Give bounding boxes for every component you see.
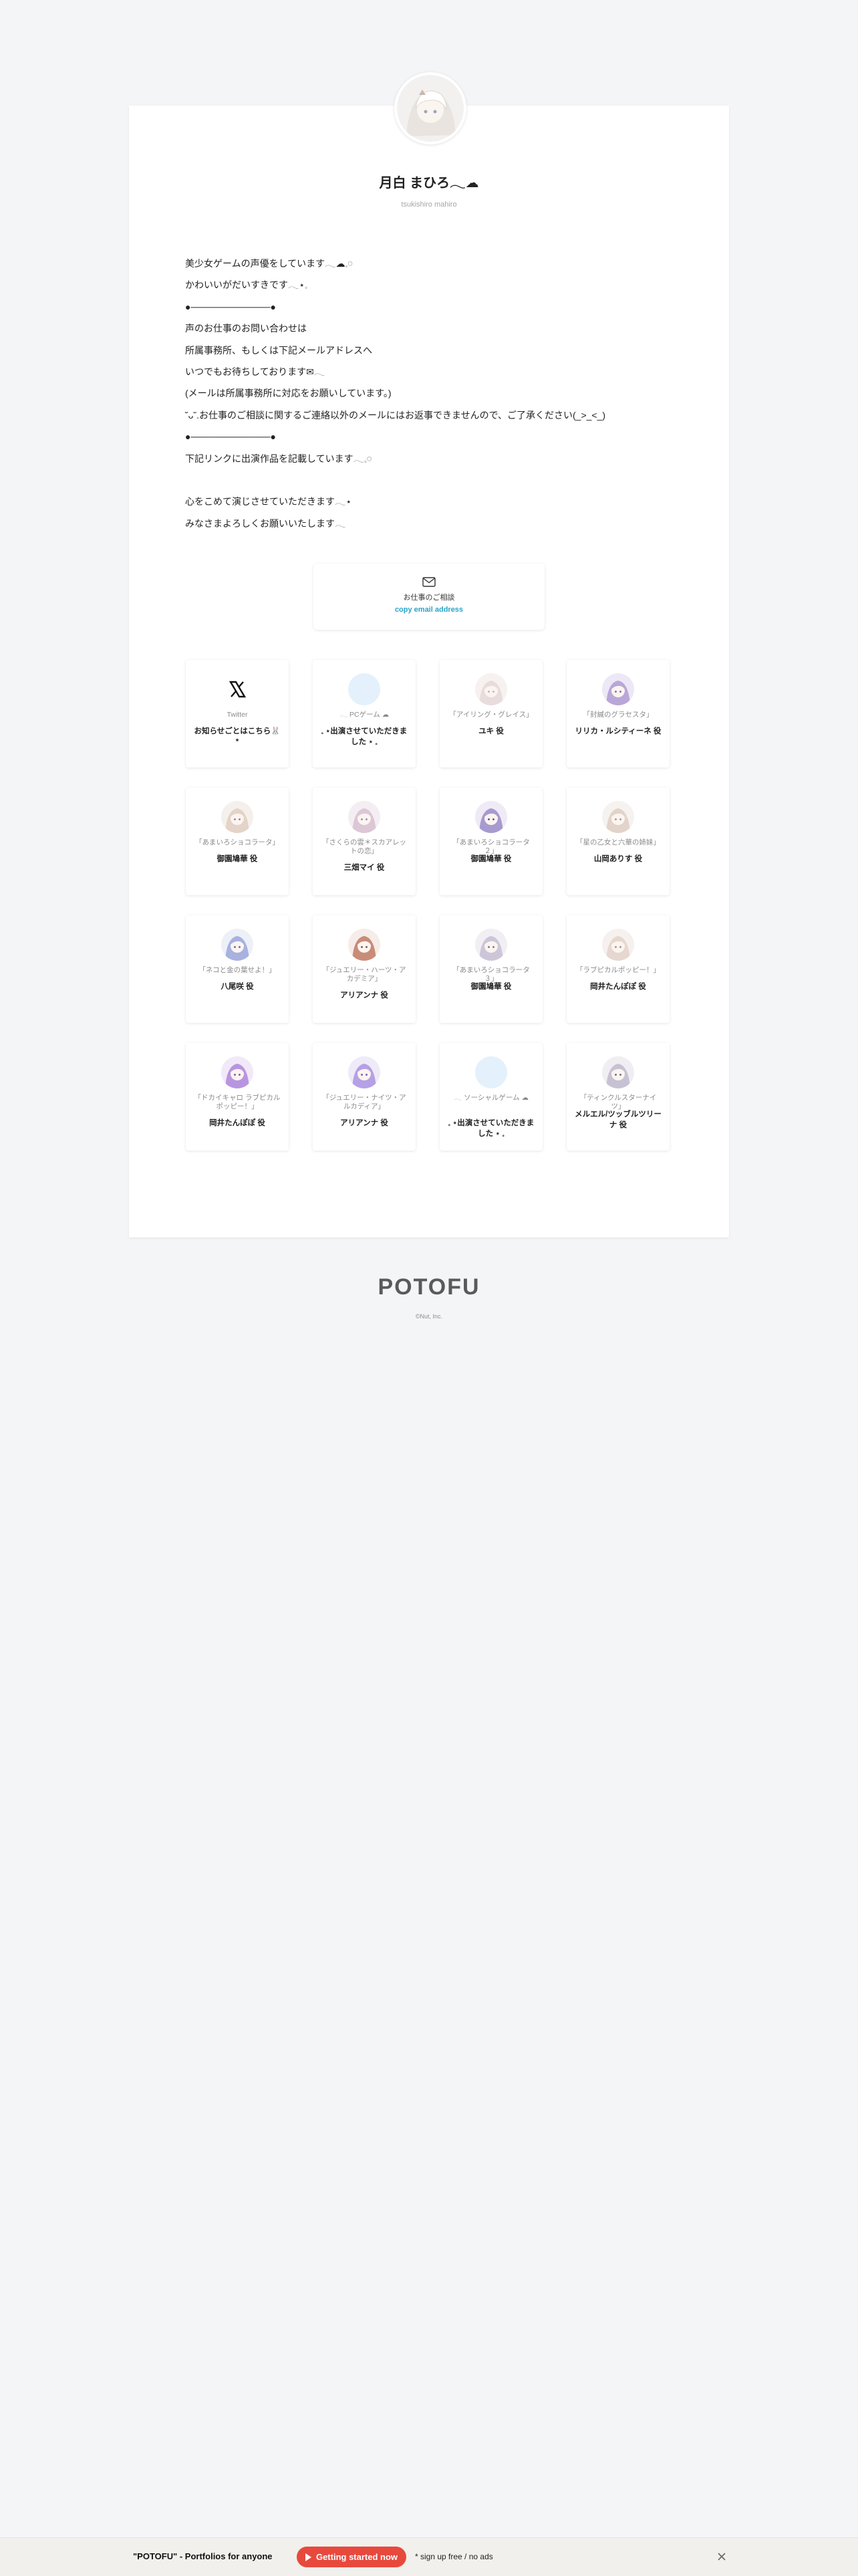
character-avatar-icon bbox=[221, 929, 253, 961]
bio-line: ˘ᴗ˘.お仕事のご相談に関するご連絡以外のメールにはお返事できませんので、ご了承… bbox=[185, 409, 606, 421]
mail-icon bbox=[422, 577, 436, 587]
bio-line: 下記リンクに出演作品を記載しています𓂃𓈒𓏸 bbox=[185, 453, 372, 464]
bio-line: ●────────────● bbox=[185, 301, 276, 312]
link-title: Twitter bbox=[227, 711, 248, 719]
link-subtitle: ユキ 役 bbox=[478, 727, 504, 735]
link-title: 「封緘のグラセスタ」 bbox=[583, 711, 654, 719]
link-tile[interactable]: 𓂃 ソーシャルゲーム ☁︎ 𓈒 ⋆出演させていただきました ⋆ 𓈒 bbox=[440, 1043, 543, 1151]
bio-line: かわいいがだいすきです𓂃⋆𓈒 bbox=[185, 279, 308, 291]
profile-avatar-icon bbox=[397, 75, 464, 142]
profile-bio: 美少女ゲームの声優をしています𓂃☁︎𓈒𓏸 かわいいがだいすきです𓂃⋆𓈒 ●───… bbox=[185, 253, 680, 534]
close-icon[interactable] bbox=[716, 2551, 727, 2562]
link-tile[interactable]: 「ネコと金の葉せよ！」 八尾咲 役 bbox=[186, 915, 289, 1023]
link-tile[interactable]: 「さくらの雲＊スカアレットの恋」三畑マイ 役 bbox=[313, 788, 416, 895]
link-subtitle: 八尾咲 役 bbox=[221, 983, 254, 991]
character-avatar-icon bbox=[602, 1056, 634, 1088]
link-subtitle: お知らせごとはこちら🐰* bbox=[194, 727, 281, 746]
link-title: 「さくらの雲＊スカアレットの恋」 bbox=[322, 838, 406, 855]
link-title: 「ジュエリー・ナイツ・アルカディア」 bbox=[322, 1094, 406, 1110]
link-tile[interactable]: 「あまいろショコラータ２」 御園鳩華 役 bbox=[440, 788, 543, 895]
link-subtitle: メルエル/ツッブルツリーナ 役 bbox=[575, 1110, 662, 1129]
link-subtitle: 御園鳩華 役 bbox=[470, 855, 512, 863]
link-subtitle: アリアンナ 役 bbox=[340, 1119, 388, 1127]
character-avatar-icon bbox=[475, 929, 507, 961]
character-avatar-icon bbox=[602, 673, 634, 705]
link-title: 「ジュエリー・ハーツ・アカデミア」 bbox=[322, 966, 406, 983]
link-subtitle: アリアンナ 役 bbox=[340, 991, 388, 1000]
profile-name: 月白 まひろ𓂃☁︎ bbox=[379, 176, 479, 191]
banner-note: * sign up free / no ads bbox=[415, 2552, 493, 2561]
bio-line: 心をこめて演じさせていただきます𓂃⋆ bbox=[185, 496, 352, 507]
link-tile[interactable]: 「封緘のグラセスタ」 リリカ・ルシティーネ 役 bbox=[567, 660, 670, 768]
bio-line: みなさまよろしくお願いいたします𓂃 bbox=[185, 517, 346, 529]
character-avatar-icon bbox=[221, 801, 253, 833]
link-tile[interactable]: 「あまいろショコラータ」 御園鳩華 役 bbox=[186, 788, 289, 895]
copyright: ©Nut, Inc. bbox=[415, 1313, 443, 1320]
link-subtitle: 山岡ありす 役 bbox=[593, 855, 643, 863]
link-subtitle: 岡井たんぽぽ 役 bbox=[590, 983, 646, 991]
bio-line: (メールは所属事務所に対応をお願いしています。) bbox=[185, 388, 392, 399]
link-tile[interactable]: 「ジュエリー・ハーツ・アカデミア」アリアンナ 役 bbox=[313, 915, 416, 1023]
link-tile[interactable]: 「ドカイキャロ ラブピカルポッピー！」岡井たんぽぽ 役 bbox=[186, 1043, 289, 1151]
link-title: 「アイリング・グレイス」 bbox=[449, 711, 533, 719]
link-title: 「ドカイキャロ ラブピカルポッピー！」 bbox=[194, 1094, 281, 1110]
character-avatar-icon bbox=[348, 1056, 380, 1088]
link-subtitle: 御園鳩華 役 bbox=[470, 983, 512, 991]
bio-line: 声のお仕事のお問い合わせは bbox=[185, 323, 307, 334]
link-tile[interactable]: 𓂃 PCゲーム ☁︎ 𓈒 ⋆出演させていただきました ⋆ 𓈒 bbox=[313, 660, 416, 768]
link-tile[interactable]: 「ジュエリー・ナイツ・アルカディア」アリアンナ 役 bbox=[313, 1043, 416, 1151]
character-avatar-icon bbox=[475, 673, 507, 705]
blank-avatar-icon bbox=[348, 673, 380, 705]
banner-lead: "POTOFU" - Portfolios for anyone bbox=[133, 2551, 273, 2561]
getting-started-label: Getting started now bbox=[315, 2552, 398, 2562]
link-tile[interactable]: 「あまいろショコラータ３」 御園鳩華 役 bbox=[440, 915, 543, 1023]
bio-line: いつでもお待ちしております✉︎𓂃 bbox=[185, 366, 325, 377]
character-avatar-icon bbox=[221, 1056, 253, 1088]
link-tile[interactable]: 「ラブピカルポッピー！」 岡井たんぽぽ 役 bbox=[567, 915, 670, 1023]
copy-email-button[interactable]: copy email address bbox=[313, 606, 545, 614]
play-icon bbox=[305, 2553, 311, 2561]
character-avatar-icon bbox=[348, 929, 380, 961]
link-tile[interactable]: 「アイリング・グレイス」 ユキ 役 bbox=[440, 660, 543, 768]
signup-banner: "POTOFU" - Portfolios for anyone Getting… bbox=[0, 2537, 858, 2576]
character-avatar-icon bbox=[348, 801, 380, 833]
link-subtitle: 𓈒 ⋆出演させていただきました ⋆ 𓈒 bbox=[448, 1119, 535, 1138]
bio-line: ●────────────● bbox=[185, 431, 276, 443]
contact-card[interactable]: お仕事のご相談 copy email address bbox=[313, 564, 545, 630]
blank-avatar-icon bbox=[475, 1056, 507, 1088]
profile-handle: tsukishiro mahiro bbox=[401, 201, 457, 209]
character-avatar-icon bbox=[602, 801, 634, 833]
bio-line bbox=[185, 469, 680, 491]
getting-started-button[interactable]: Getting started now bbox=[297, 2547, 406, 2567]
character-avatar-icon bbox=[602, 929, 634, 961]
link-title: 「あまいろショコラータ」 bbox=[195, 838, 279, 846]
link-subtitle: 御園鳩華 役 bbox=[217, 855, 258, 863]
x-logo-icon bbox=[221, 673, 253, 705]
link-subtitle: 𓈒 ⋆出演させていただきました ⋆ 𓈒 bbox=[321, 727, 408, 746]
link-title: 𓂃 ソーシャルゲーム ☁︎ bbox=[453, 1094, 529, 1102]
contact-title: お仕事のご相談 bbox=[403, 594, 455, 602]
link-title: 「ネコと金の葉せよ！」 bbox=[198, 966, 276, 974]
link-title: 「ラブピカルポッピー！」 bbox=[576, 966, 660, 974]
link-subtitle: 岡井たんぽぽ 役 bbox=[209, 1119, 265, 1127]
bio-line: 美少女ゲームの声優をしています𓂃☁︎𓈒𓏸 bbox=[185, 258, 353, 269]
link-title: 「星の乙女と六華の姉妹」 bbox=[576, 838, 660, 846]
link-tile[interactable]: Twitter お知らせごとはこちら🐰* bbox=[186, 660, 289, 768]
link-subtitle: リリカ・ルシティーネ 役 bbox=[575, 727, 662, 735]
bio-line: 所属事務所、もしくは下記メールアドレスへ bbox=[185, 344, 372, 356]
link-title: 𓂃 PCゲーム ☁︎ bbox=[339, 711, 390, 719]
link-tile[interactable]: 「星の乙女と六華の姉妹」 山岡ありす 役 bbox=[567, 788, 670, 895]
profile-avatar bbox=[394, 72, 466, 144]
link-tile[interactable]: 「ティンクルスターナイツ」 メルエル/ツッブルツリーナ 役 bbox=[567, 1043, 670, 1151]
character-avatar-icon bbox=[475, 801, 507, 833]
potofu-logo[interactable]: POTOFU bbox=[0, 1274, 858, 1300]
link-subtitle: 三畑マイ 役 bbox=[343, 864, 385, 872]
